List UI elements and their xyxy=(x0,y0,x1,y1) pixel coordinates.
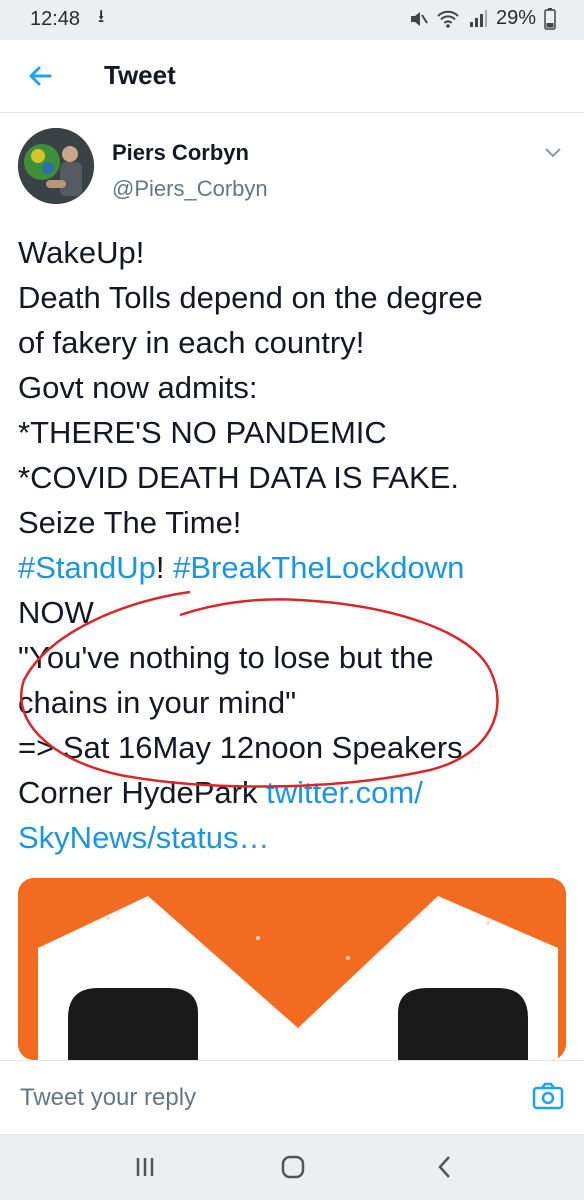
tweet-line-hashtags: #StandUp! #BreakTheLockdown xyxy=(18,545,570,590)
tweet-author: Piers Corbyn @Piers_Corbyn xyxy=(18,128,566,212)
nav-bar xyxy=(0,1134,584,1200)
page-title: Tweet xyxy=(104,60,176,90)
hashtag-link[interactable]: #BreakTheLockdown xyxy=(173,550,464,585)
avatar[interactable] xyxy=(18,128,94,204)
back-arrow-icon[interactable] xyxy=(26,62,54,90)
home-icon[interactable] xyxy=(278,1152,308,1182)
camera-icon[interactable] xyxy=(532,1081,564,1111)
signal-icon xyxy=(468,9,488,29)
tweet-line: Corner HydePark twitter.com/ xyxy=(18,770,570,815)
tweet-line: WakeUp! xyxy=(18,235,145,270)
app-bar: Tweet xyxy=(0,40,584,113)
author-handle[interactable]: @Piers_Corbyn xyxy=(112,176,268,202)
hashtag-link[interactable]: #StandUp xyxy=(18,550,156,585)
tweet-line: Govt now admits: xyxy=(18,370,258,405)
author-name[interactable]: Piers Corbyn xyxy=(112,140,249,166)
url-link[interactable]: SkyNews/status… xyxy=(18,820,270,855)
status-icons: 29% xyxy=(408,7,556,30)
tweet-line: "You've nothing to lose but the xyxy=(18,640,434,675)
hashtag-separator: ! xyxy=(155,550,174,585)
tweet-line-prefix: Corner HydePark xyxy=(18,775,267,810)
mute-icon xyxy=(408,9,428,29)
tweet-text: WakeUp! Death Tolls depend on the degree… xyxy=(18,230,570,860)
reply-bar xyxy=(0,1060,584,1135)
battery-percent: 29% xyxy=(495,7,536,29)
status-time: 12:48 xyxy=(30,8,81,30)
tweet-line: of fakery in each country! xyxy=(18,325,365,360)
recent-apps-icon[interactable] xyxy=(130,1152,160,1182)
tweet-line: Seize The Time! xyxy=(18,505,242,540)
battery-icon xyxy=(544,7,556,30)
tweet-line: *COVID DEATH DATA IS FAKE. xyxy=(18,460,459,495)
tweet-line: NOW xyxy=(18,595,94,630)
back-icon[interactable] xyxy=(430,1152,460,1182)
tweet-line: SkyNews/status… xyxy=(18,815,570,860)
tweet-line: chains in your mind" xyxy=(18,685,297,720)
download-icon: ⭳ xyxy=(98,6,105,26)
url-link[interactable]: twitter.com/ xyxy=(266,775,423,810)
wifi-icon xyxy=(436,9,460,29)
tweet-line: => Sat 16May 12noon Speakers xyxy=(18,730,463,765)
chevron-down-icon[interactable] xyxy=(544,146,562,158)
tweet-line: Death Tolls depend on the degree xyxy=(18,280,483,315)
tweet-media-image[interactable] xyxy=(18,878,566,1060)
tweet-line: *THERE'S NO PANDEMIC xyxy=(18,415,387,450)
status-bar: 12:48 ⭳ 29% xyxy=(0,0,584,40)
reply-input[interactable] xyxy=(18,1083,462,1113)
